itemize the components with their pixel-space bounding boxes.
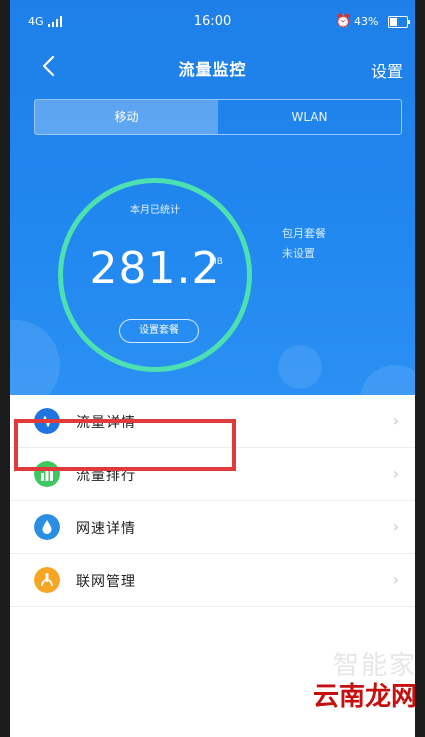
settings-button[interactable]: 设置	[371, 58, 403, 82]
plan-type: 包月套餐	[282, 227, 326, 240]
battery-percent: 43%	[354, 15, 379, 28]
list-item-label: 流量详情	[76, 415, 136, 431]
alarm-icon: ⏰	[335, 14, 352, 29]
decorative-bubble	[10, 320, 60, 395]
tab-mobile[interactable]: 移动	[35, 100, 218, 134]
wave-chart-icon	[34, 408, 60, 434]
list-item-speed-details[interactable]: 网速详情 ›	[10, 501, 415, 554]
list-item-network-management[interactable]: 联网管理 ›	[10, 554, 415, 607]
decorative-bubble	[278, 345, 322, 389]
menu-list: 流量详情 › 流量排行 › 网速详情 › 联网管理 ›	[10, 395, 415, 607]
decorative-bubble	[360, 365, 415, 395]
plan-status: 未设置	[282, 247, 315, 260]
usage-unit: MB	[209, 257, 223, 267]
watermark-line2: 云南龙网	[312, 682, 417, 712]
list-item-label: 联网管理	[76, 574, 136, 590]
speed-drop-icon	[34, 514, 60, 540]
usage-caption: 本月已统计	[130, 205, 180, 216]
list-item-traffic-ranking[interactable]: 流量排行 ›	[10, 448, 415, 501]
network-manage-icon	[34, 567, 60, 593]
set-plan-button[interactable]: 设置套餐	[119, 319, 199, 343]
list-item-label: 网速详情	[76, 521, 136, 537]
watermark: 智能家 云南龙网	[313, 645, 417, 713]
network-tabs: 移动 WLAN	[34, 99, 402, 135]
title-bar: 流量监控 设置	[10, 46, 415, 86]
status-bar: 4G 16:00 ⏰ 43%	[10, 10, 415, 34]
list-item-traffic-details[interactable]: 流量详情 ›	[10, 395, 415, 448]
page-title: 流量监控	[178, 60, 247, 79]
chevron-right-icon: ›	[392, 464, 399, 483]
usage-value: 281.2	[89, 243, 221, 294]
battery-icon	[388, 16, 410, 28]
plan-info[interactable]: 包月套餐 未设置	[282, 224, 326, 264]
phone-screen: 4G 16:00 ⏰ 43% 流量监控 设置 移动 WLAN 本月已统计 281…	[10, 0, 415, 737]
usage-gauge: 本月已统计 281.2 MB 设置套餐	[58, 178, 252, 372]
tab-wlan[interactable]: WLAN	[218, 100, 401, 134]
chevron-right-icon: ›	[392, 517, 399, 536]
chevron-right-icon: ›	[392, 570, 399, 589]
ranking-bars-icon	[34, 461, 60, 487]
chevron-right-icon: ›	[392, 411, 399, 430]
list-item-label: 流量排行	[76, 468, 136, 484]
header-panel: 4G 16:00 ⏰ 43% 流量监控 设置 移动 WLAN 本月已统计 281…	[10, 0, 415, 395]
